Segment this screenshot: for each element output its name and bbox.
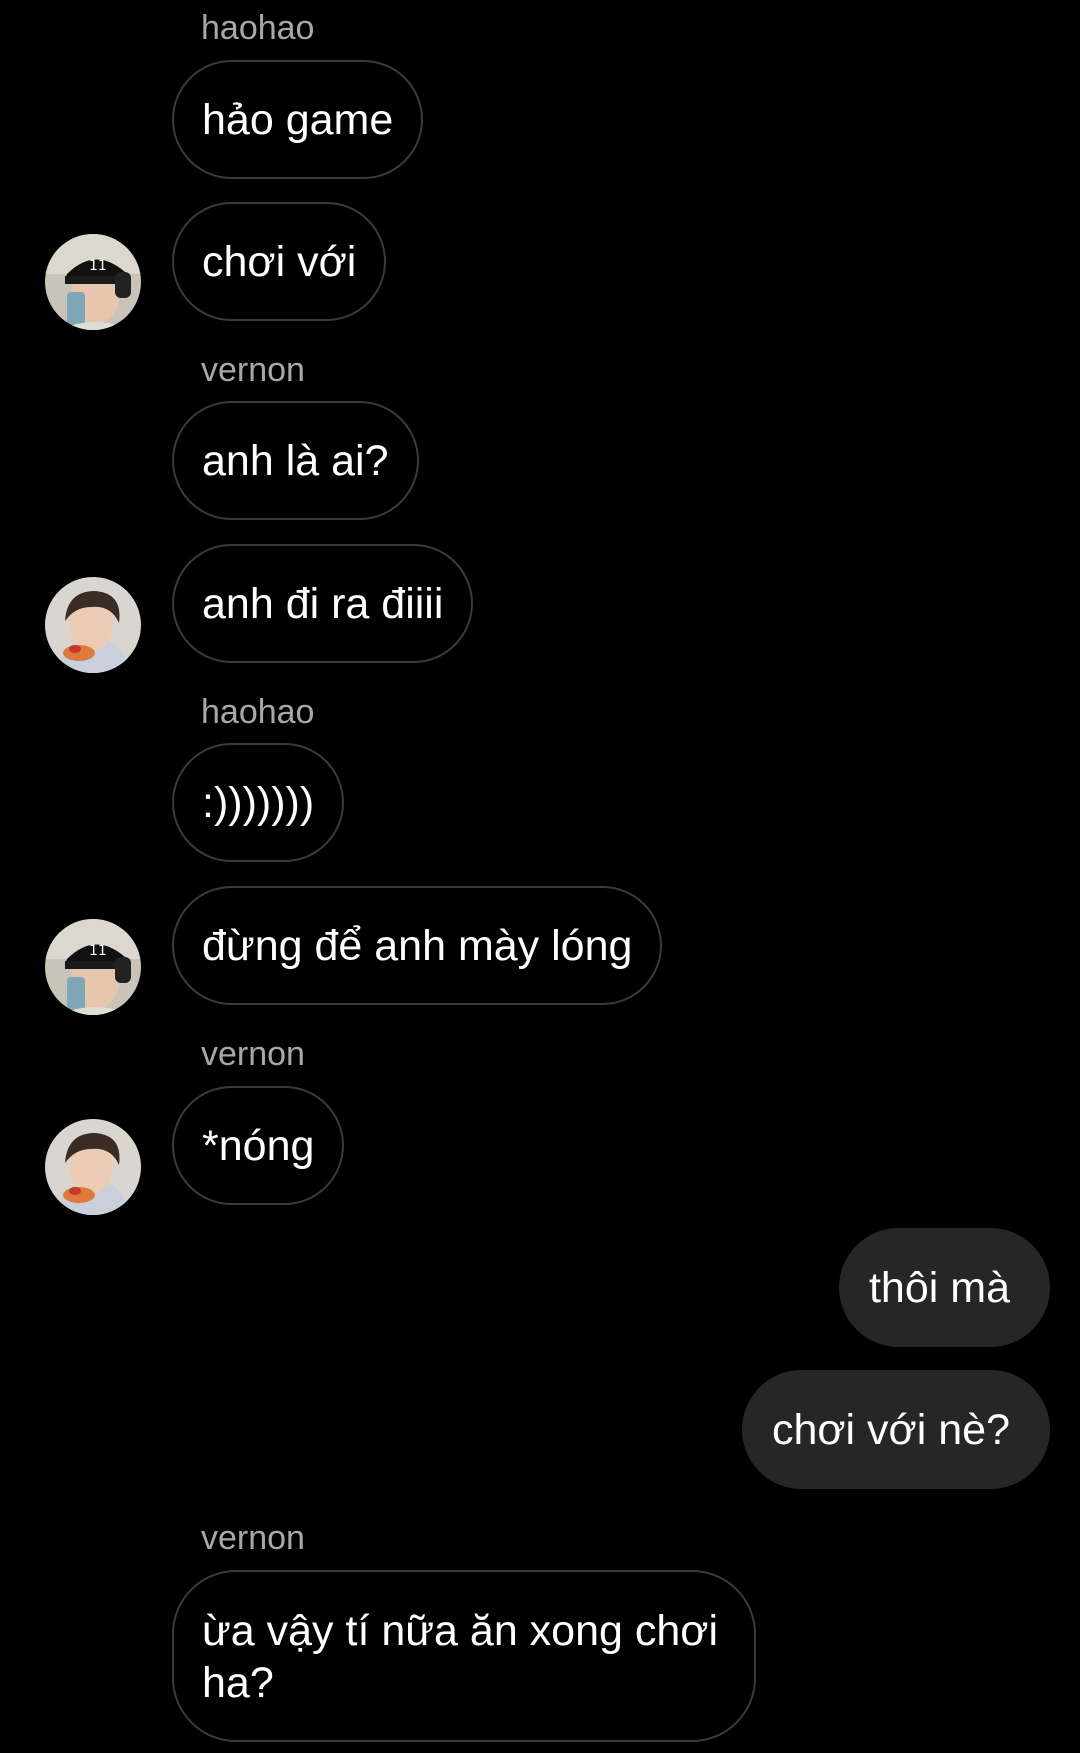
avatar-haohao[interactable]: 11	[45, 234, 141, 330]
avatar-photo-cap-icon: 11	[45, 234, 141, 330]
avatar-photo-icon	[45, 577, 141, 673]
outgoing-message[interactable]: chơi với nè?	[741, 1370, 1050, 1489]
avatar-vernon[interactable]	[45, 577, 141, 673]
incoming-message[interactable]: ừa vậy tí nữa ăn xong chơi ha?	[172, 1570, 756, 1742]
incoming-message[interactable]: đừng để anh mày lóng	[172, 886, 663, 1005]
svg-text:11: 11	[89, 258, 107, 274]
message-thread: haohao hảo game chơi với 11 vernon anh l…	[0, 0, 1080, 1753]
incoming-message[interactable]: chơi với	[172, 202, 387, 321]
incoming-message[interactable]: anh đi ra điiii	[172, 544, 474, 663]
outgoing-message[interactable]: thôi mà	[838, 1228, 1050, 1347]
sender-name: haohao	[201, 9, 315, 47]
avatar-vernon[interactable]	[45, 1119, 141, 1215]
avatar-photo-icon	[45, 1119, 141, 1215]
sender-name: haohao	[201, 693, 315, 731]
sender-name: vernon	[201, 1035, 305, 1073]
sender-name: vernon	[201, 1519, 305, 1557]
avatar-photo-cap-icon: 11	[45, 919, 141, 1015]
incoming-message[interactable]: hảo game	[172, 60, 424, 179]
incoming-message[interactable]: anh là ai?	[172, 401, 419, 520]
incoming-message[interactable]: *nóng	[172, 1086, 345, 1205]
avatar-haohao[interactable]: 11	[45, 919, 141, 1015]
sender-name: vernon	[201, 351, 305, 389]
svg-text:11: 11	[89, 943, 107, 959]
incoming-message[interactable]: :)))))))	[172, 743, 345, 862]
